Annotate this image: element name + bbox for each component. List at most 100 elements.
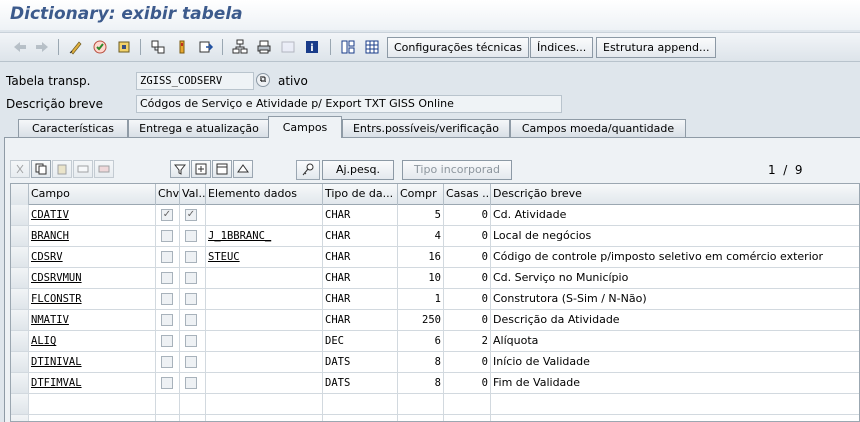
hierarchy-icon[interactable] <box>230 37 250 57</box>
checkbox[interactable] <box>185 230 197 242</box>
column-valores-iniciais[interactable]: Val... <box>180 184 206 205</box>
initial-values-checkbox-cell[interactable] <box>180 289 206 309</box>
length-cell[interactable]: 8 <box>398 352 444 372</box>
initial-values-checkbox-cell[interactable] <box>180 394 206 414</box>
checkbox[interactable] <box>161 251 173 263</box>
table-row[interactable]: ALIQ DEC 6 2 Alíquota <box>11 331 859 352</box>
table-row[interactable]: CDSRVMUN CHAR 10 0 Cd. Serviço no Município <box>11 268 859 289</box>
description-cell[interactable]: Código de controle p/imposto seletivo em… <box>491 247 859 267</box>
decimals-cell[interactable]: 0 <box>444 226 491 246</box>
checkbox[interactable] <box>185 335 197 347</box>
field-name-cell[interactable]: DTINIVAL <box>29 352 156 372</box>
key-checkbox-cell[interactable]: ✓ <box>156 205 180 225</box>
checkbox[interactable] <box>161 230 173 242</box>
checkbox[interactable] <box>185 293 197 305</box>
length-cell[interactable]: 16 <box>398 247 444 267</box>
field-name-cell[interactable]: FLCONSTR <box>29 289 156 309</box>
data-element-cell[interactable] <box>206 373 323 393</box>
cut-icon[interactable] <box>10 160 30 178</box>
key-checkbox-cell[interactable] <box>156 247 180 267</box>
column-tipo-dados[interactable]: Tipo de da... <box>323 184 398 205</box>
column-campo[interactable]: Campo <box>29 184 156 205</box>
tab-entrega-atualizacao[interactable]: Entrega e atualização <box>128 119 270 138</box>
tab-entradas-possiveis[interactable]: Entrs.possíveis/verificação <box>342 119 510 138</box>
length-cell[interactable]: 10 <box>398 268 444 288</box>
data-type-cell[interactable]: DATS <box>323 352 398 372</box>
description-cell[interactable] <box>491 415 859 421</box>
decimals-cell[interactable]: 0 <box>444 310 491 330</box>
description-cell[interactable]: Alíquota <box>491 331 859 351</box>
data-type-cell[interactable]: DEC <box>323 331 398 351</box>
tab-caracteristicas[interactable]: Características <box>18 119 128 138</box>
data-type-cell[interactable]: CHAR <box>323 310 398 330</box>
data-element-cell[interactable] <box>206 352 323 372</box>
append-structure-button[interactable]: Estrutura append... <box>596 37 717 58</box>
display-frame-icon[interactable] <box>278 37 298 57</box>
row-selector[interactable] <box>11 394 29 414</box>
info-icon[interactable]: i <box>302 37 322 57</box>
row-selector[interactable] <box>11 247 29 267</box>
data-element-cell[interactable] <box>206 205 323 225</box>
key-checkbox-cell[interactable] <box>156 289 180 309</box>
field-name-cell[interactable]: CDSRV <box>29 247 156 267</box>
data-type-cell[interactable]: DATS <box>323 373 398 393</box>
field-name-cell[interactable]: CDATIV <box>29 205 156 225</box>
indexes-button[interactable]: Índices... <box>530 37 594 58</box>
key-checkbox-cell[interactable] <box>156 394 180 414</box>
tab-campos[interactable]: Campos <box>268 116 342 138</box>
description-cell[interactable]: Descrição da Atividade <box>491 310 859 330</box>
description-cell[interactable]: Cd. Serviço no Município <box>491 268 859 288</box>
filter-icon[interactable] <box>170 160 190 178</box>
description-cell[interactable] <box>491 394 859 414</box>
field-name-cell[interactable]: NMATIV <box>29 310 156 330</box>
row-selector[interactable] <box>11 268 29 288</box>
checkbox[interactable] <box>161 377 173 389</box>
description-cell[interactable]: Construtora (S-Sim / N-Não) <box>491 289 859 309</box>
insert-field-icon[interactable] <box>191 160 211 178</box>
activate-icon[interactable] <box>114 37 134 57</box>
checkbox[interactable] <box>161 356 173 368</box>
length-cell[interactable]: 250 <box>398 310 444 330</box>
initial-values-checkbox-cell[interactable] <box>180 247 206 267</box>
forward-arrow-icon[interactable] <box>32 37 52 57</box>
copy-icon[interactable] <box>31 160 51 178</box>
data-type-cell[interactable]: CHAR <box>323 289 398 309</box>
row-selector[interactable] <box>11 415 29 421</box>
table-row[interactable]: BRANCH J_1BBRANC_ CHAR 4 0 Local de negócios <box>11 226 859 247</box>
length-cell[interactable] <box>398 394 444 414</box>
table-row[interactable]: DTFIMVAL DATS 8 0 Fim de Validade <box>11 373 859 394</box>
row-selector[interactable] <box>11 310 29 330</box>
table-properties-icon[interactable] <box>212 160 232 178</box>
built-in-type-button[interactable]: Tipo incorporad <box>402 160 512 180</box>
data-element-cell[interactable] <box>206 310 323 330</box>
data-element-cell[interactable] <box>206 268 323 288</box>
description-cell[interactable]: Início de Validade <box>491 352 859 372</box>
table-row[interactable]: CDSRV STEUC CHAR 16 0 Código de controle p/im… <box>11 247 859 268</box>
length-cell[interactable] <box>398 415 444 421</box>
key-checkbox-cell[interactable] <box>156 310 180 330</box>
field-name-cell[interactable]: ALIQ <box>29 331 156 351</box>
initial-values-checkbox-cell[interactable] <box>180 310 206 330</box>
checkbox[interactable] <box>185 356 197 368</box>
checkbox[interactable] <box>185 377 197 389</box>
decimals-cell[interactable] <box>444 415 491 421</box>
decimals-cell[interactable]: 0 <box>444 352 491 372</box>
checkbox[interactable]: ✓ <box>161 209 173 221</box>
display-change-pencil-icon[interactable] <box>66 37 86 57</box>
table-row[interactable]: DTINIVAL DATS 8 0 Início de Validade <box>11 352 859 373</box>
select-all-cell[interactable] <box>11 184 29 205</box>
decimals-cell[interactable]: 0 <box>444 289 491 309</box>
initial-values-checkbox-cell[interactable] <box>180 331 206 351</box>
description-cell[interactable]: Fim de Validade <box>491 373 859 393</box>
table-row[interactable]: NMATIV CHAR 250 0 Descrição da Atividade <box>11 310 859 331</box>
length-cell[interactable]: 8 <box>398 373 444 393</box>
row-selector[interactable] <box>11 205 29 225</box>
where-used-icon[interactable] <box>148 37 168 57</box>
length-cell[interactable]: 5 <box>398 205 444 225</box>
column-descricao[interactable]: Descrição breve <box>491 184 859 205</box>
search-help-key-icon[interactable] <box>296 160 320 180</box>
data-element-cell[interactable] <box>206 394 323 414</box>
table-name-field[interactable]: ZGISS_CODSERV <box>136 72 254 90</box>
data-element-cell[interactable] <box>206 289 323 309</box>
data-type-cell[interactable]: CHAR <box>323 247 398 267</box>
